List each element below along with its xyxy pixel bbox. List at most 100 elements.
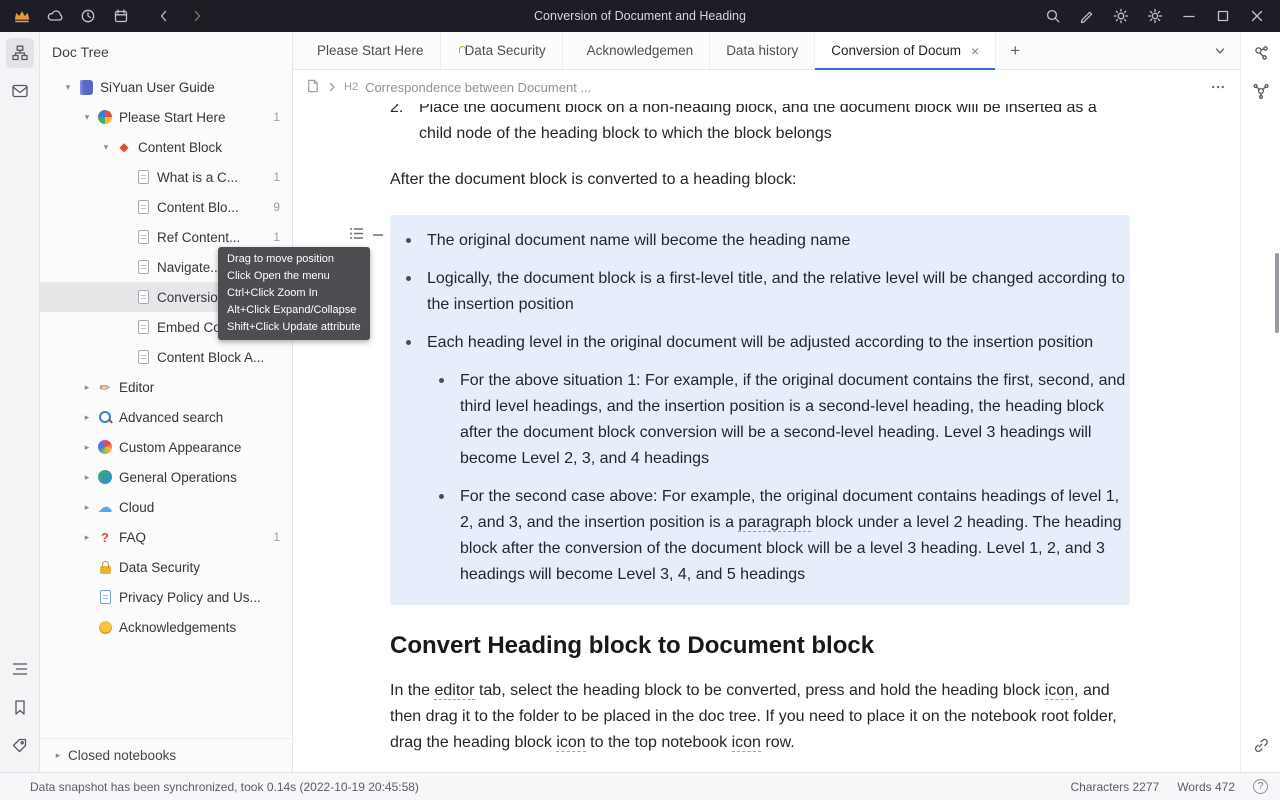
status-bar: Data snapshot has been synchronized, too… [0,772,1280,800]
closed-notebooks-row[interactable]: ▸ Closed notebooks [40,738,292,772]
diamond-doc-icon: ◆ [114,141,134,153]
inbox-icon[interactable] [6,76,34,106]
bullet-list: The original document name will become t… [390,228,1130,588]
global-graph-icon[interactable] [1247,76,1275,106]
tab-data-security[interactable]: Data Security [441,32,563,69]
document-icon [133,350,153,364]
doc-count: 1 [267,530,280,544]
graph-view-icon[interactable] [1247,38,1275,68]
list-number: 2. [390,104,419,147]
document-icon [133,170,153,184]
chevron-right-icon[interactable]: ▸ [79,533,95,542]
outline-icon[interactable] [6,654,34,684]
document-icon [133,200,153,214]
tree-item-please-start-here[interactable]: ▾ Please Start Here 1 [40,102,292,132]
backlinks-icon[interactable] [1247,730,1275,760]
tree-item-acknowledgements[interactable]: Acknowledgements [40,612,292,642]
tab-list-chevron-icon[interactable] [1200,32,1240,69]
list-item-text: Logically, the document block is a first… [427,270,1125,313]
tree-item-editor[interactable]: ▸ ✏ Editor [40,372,292,402]
tab-please-start-here[interactable]: Please Start Here [293,32,441,69]
tab-data-history[interactable]: Data history [710,32,815,69]
tree-item-what-is-a-content-block[interactable]: What is a C... 1 [40,162,292,192]
chevron-right-icon[interactable]: ▸ [79,473,95,482]
ref-text[interactable]: icon [556,734,585,752]
appearance-mode-icon[interactable] [1112,7,1130,25]
data-history-icon[interactable] [79,7,97,25]
right-dock-bottom [1247,730,1275,772]
nested-bullet-list: For the above situation 1: For example, … [427,368,1130,588]
characters-count: Characters 2277 [1070,780,1159,794]
doc-tree-toggle-icon[interactable] [6,38,34,68]
tree-item-privacy-policy[interactable]: Privacy Policy and Us... [40,582,292,612]
forward-icon[interactable] [188,7,206,25]
chevron-right-icon[interactable]: ▸ [79,503,95,512]
minimize-icon[interactable] [1180,7,1198,25]
tree-item-general-operations[interactable]: ▸ General Operations [40,462,292,492]
sync-status-message: Data snapshot has been synchronized, too… [30,780,419,794]
tree-item-label: General Operations [119,470,237,485]
new-tab-button[interactable]: + [996,32,1034,69]
search-icon[interactable] [1044,7,1062,25]
tab-acknowledgements[interactable]: Acknowledgemen [563,32,711,69]
closed-notebooks-label: Closed notebooks [68,748,176,763]
tree-item-label: Privacy Policy and Us... [119,590,261,605]
ref-text[interactable]: editor [434,682,474,700]
scrollbar-thumb[interactable] [1275,253,1279,333]
bookmark-icon[interactable] [6,692,34,722]
list-item-text: The original document name will become t… [427,232,850,249]
numbered-list-item: 2. Place the document block on a non-hea… [390,104,1130,147]
chevron-right-icon[interactable]: ▸ [79,443,95,452]
help-icon[interactable]: ? [1253,779,1268,794]
tree-item-content-block[interactable]: ▾ ◆ Content Block [40,132,292,162]
workspace-menu-icon[interactable] [13,7,31,25]
breadcrumb-separator-icon [327,80,337,95]
ref-text[interactable]: icon [1045,682,1074,700]
daily-note-icon[interactable] [112,7,130,25]
tree-item-content-block-types[interactable]: Content Blo... 9 [40,192,292,222]
breadcrumb-item[interactable]: Correspondence between Document ... [365,80,591,95]
list-item: For the second case above: For example, … [427,484,1130,588]
tree-item-label: Custom Appearance [119,440,241,455]
tree-item-cloud[interactable]: ▸ ☁ Cloud [40,492,292,522]
selected-list-block[interactable]: The original document name will become t… [390,215,1130,605]
chevron-right-icon[interactable]: ▸ [79,383,95,392]
paragraph-text: tab, select the heading block to be conv… [475,682,1045,699]
drag-handle-icon[interactable] [371,225,385,251]
tree-item-label: Navigate... [157,260,222,275]
document-icon [305,78,320,97]
app-window: Conversion of Document and Heading [0,0,1280,800]
editor[interactable]: 2. Place the document block on a non-hea… [293,104,1240,772]
tooltip-line: Shift+Click Update attribute [227,319,361,336]
tree-item-custom-appearance[interactable]: ▸ Custom Appearance [40,432,292,462]
tree-item-faq[interactable]: ▸ ? FAQ 1 [40,522,292,552]
settings-gear-icon[interactable] [1146,7,1164,25]
maximize-icon[interactable] [1214,7,1232,25]
back-icon[interactable] [155,7,173,25]
chevron-down-icon[interactable]: ▾ [79,113,95,122]
chevron-right-icon[interactable]: ▸ [79,413,95,422]
palette-doc-icon [95,440,115,454]
edit-mode-icon[interactable] [1078,7,1096,25]
cloud-sync-icon[interactable] [46,7,64,25]
tree-item-siyuan-user-guide[interactable]: ▾ SiYuan User Guide [40,72,292,102]
paragraph: In the editor tab, select the heading bl… [390,678,1130,756]
chevron-right-icon[interactable]: ▸ [50,751,66,760]
close-window-icon[interactable] [1248,7,1266,25]
tree-item-advanced-search[interactable]: ▸ Advanced search [40,402,292,432]
question-doc-icon: ? [95,531,115,544]
tab-close-icon[interactable]: × [971,44,979,58]
tree-item-content-block-attributes[interactable]: Content Block A... [40,342,292,372]
more-options-icon[interactable] [1210,79,1226,95]
tag-icon[interactable] [6,730,34,760]
tree-item-label: Content Block A... [157,350,264,365]
ref-text[interactable]: icon [732,734,761,752]
tree-item-data-security[interactable]: Data Security [40,552,292,582]
chevron-down-icon[interactable]: ▾ [98,143,114,152]
ref-text[interactable]: paragraph [738,514,811,532]
section-heading: Convert Heading block to Document block [390,633,1130,659]
tree-item-label: Cloud [119,500,154,515]
doc-count: 1 [267,110,280,124]
tab-conversion-of-document[interactable]: Conversion of Docum × [815,32,996,69]
chevron-down-icon[interactable]: ▾ [60,83,76,92]
